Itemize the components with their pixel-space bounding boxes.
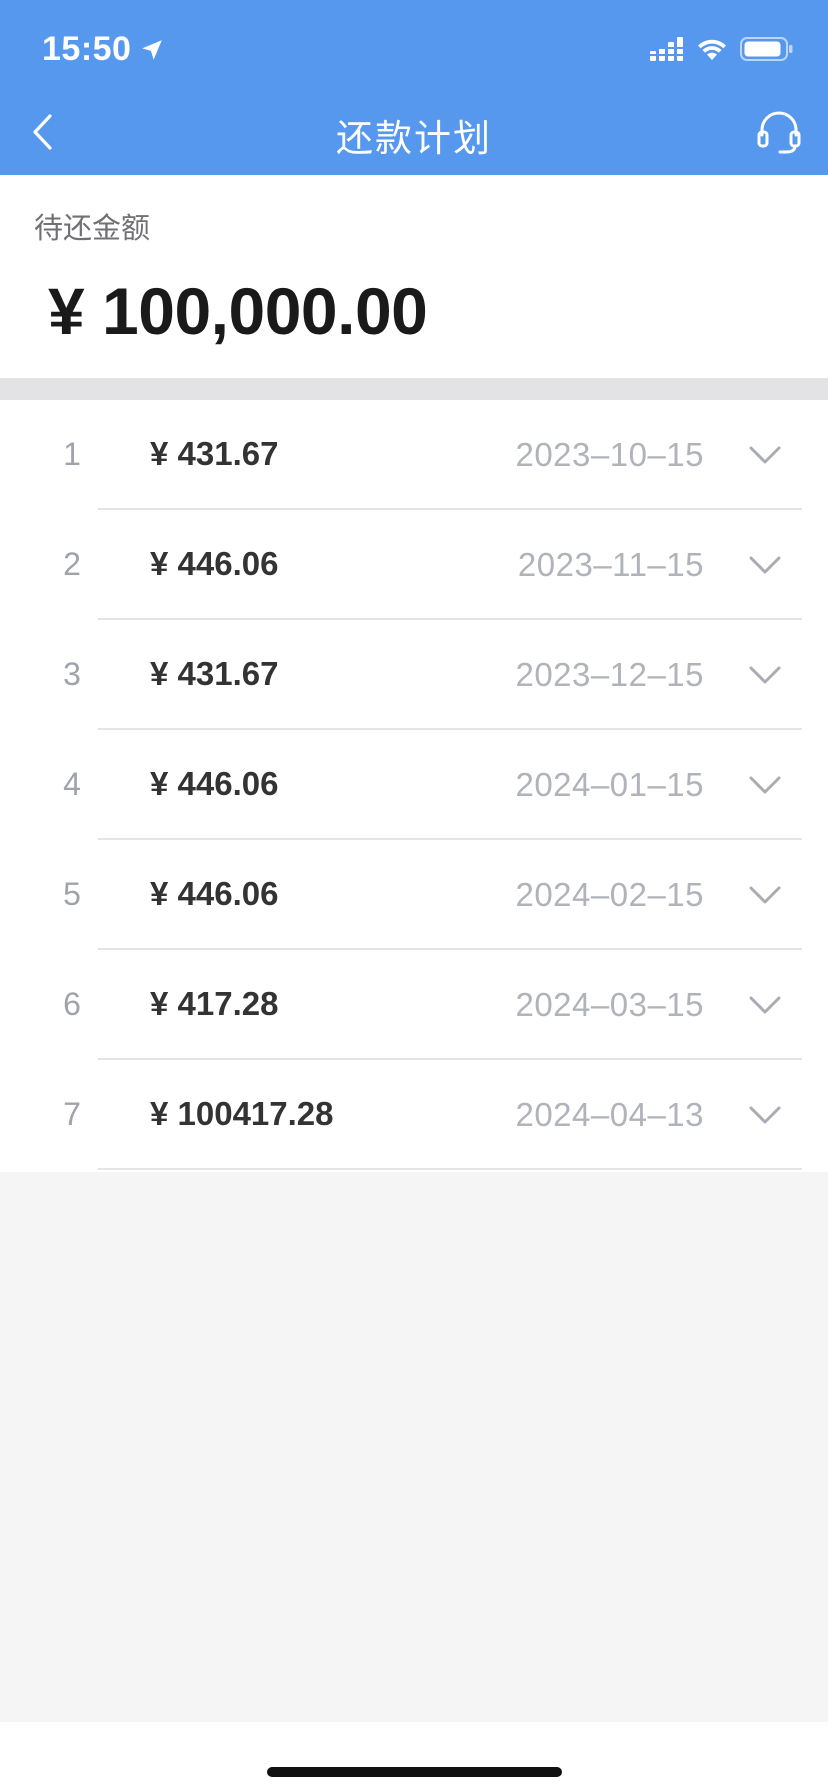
outstanding-amount: ¥ 100,000.00 (48, 274, 428, 348)
customer-service-button[interactable] (752, 106, 806, 160)
chevron-down-icon[interactable] (748, 548, 782, 582)
installment-date: 2023–11–15 (517, 546, 704, 583)
installment-number: 2 (63, 546, 81, 582)
home-indicator[interactable] (267, 1767, 562, 1777)
plan-row[interactable]: 7 ¥ 100417.28 2024–04–13 (0, 1060, 828, 1170)
installment-date: 2024–03–15 (515, 986, 704, 1023)
chevron-down-icon[interactable] (748, 988, 782, 1022)
page-title: 还款计划 (336, 118, 492, 159)
installment-number: 4 (63, 766, 81, 802)
chevron-down-icon[interactable] (748, 658, 782, 692)
plan-row[interactable]: 5 ¥ 446.06 2024–02–15 (0, 840, 828, 950)
chevron-down-icon[interactable] (748, 768, 782, 802)
outstanding-summary: 待还金额 ¥ 100,000.00 (0, 175, 828, 378)
installment-number: 6 (63, 986, 81, 1022)
installment-number: 1 (63, 436, 81, 472)
installment-date: 2023–10–15 (515, 436, 704, 473)
installment-date: 2024–01–15 (515, 766, 704, 803)
installment-amount: ¥ 431.67 (150, 435, 279, 472)
cellular-signal-icon (650, 37, 683, 61)
installment-number: 5 (63, 876, 81, 912)
app-header: 15:50 还款计划 (0, 0, 828, 175)
status-bar-time: 15:50 (42, 30, 165, 69)
installment-number: 3 (63, 656, 81, 692)
plan-row[interactable]: 6 ¥ 417.28 2024–03–15 (0, 950, 828, 1060)
section-divider (0, 378, 828, 400)
chevron-down-icon[interactable] (748, 438, 782, 472)
installment-amount: ¥ 446.06 (150, 875, 279, 912)
plan-row[interactable]: 3 ¥ 431.67 2023–12–15 (0, 620, 828, 730)
repayment-plan-list: 1 ¥ 431.67 2023–10–15 2 ¥ 446.06 2023–11… (0, 400, 828, 1172)
installment-date: 2024–04–13 (515, 1096, 704, 1133)
installment-date: 2024–02–15 (515, 876, 704, 913)
installment-date: 2023–12–15 (515, 656, 704, 693)
status-time-text: 15:50 (42, 30, 132, 68)
battery-icon (740, 37, 793, 61)
installment-amount: ¥ 100417.28 (150, 1095, 334, 1132)
chevron-down-icon[interactable] (748, 878, 782, 912)
installment-amount: ¥ 417.28 (150, 985, 279, 1022)
row-divider (98, 1168, 802, 1170)
installment-amount: ¥ 446.06 (150, 765, 279, 802)
installment-number: 7 (63, 1096, 81, 1132)
home-indicator-area (0, 1722, 828, 1792)
plan-row[interactable]: 4 ¥ 446.06 2024–01–15 (0, 730, 828, 840)
outstanding-label: 待还金额 (34, 213, 151, 245)
plan-row[interactable]: 1 ¥ 431.67 2023–10–15 (0, 400, 828, 510)
status-bar-indicators (650, 36, 794, 62)
plan-row[interactable]: 2 ¥ 446.06 2023–11–15 (0, 510, 828, 620)
wifi-icon (698, 39, 726, 60)
headset-icon (757, 111, 801, 154)
location-arrow-icon (142, 39, 163, 60)
chevron-down-icon[interactable] (748, 1098, 782, 1132)
installment-amount: ¥ 431.67 (150, 655, 279, 692)
installment-amount: ¥ 446.06 (150, 545, 279, 582)
